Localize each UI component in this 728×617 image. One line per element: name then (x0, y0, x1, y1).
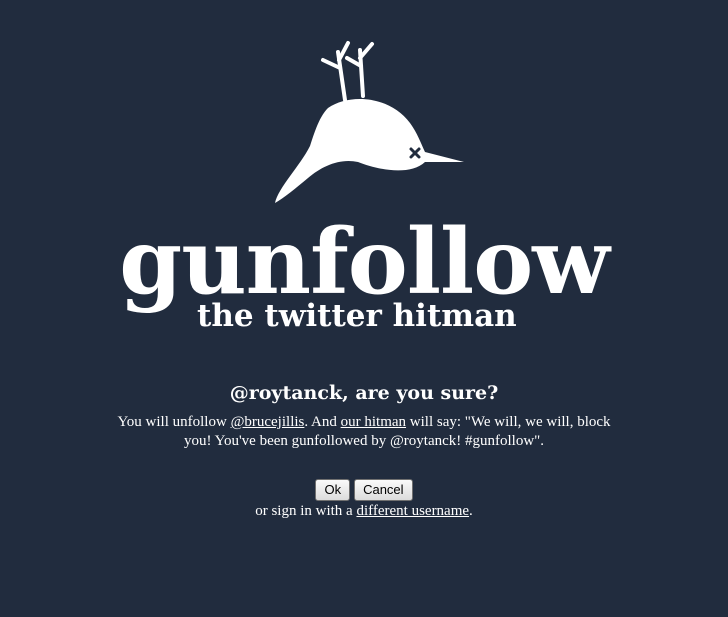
action-buttons: Ok Cancel (0, 479, 728, 501)
logo-tagline: the twitter hitman (197, 298, 517, 334)
ok-button[interactable]: Ok (315, 479, 351, 501)
dead-bird-icon (275, 41, 464, 203)
alt-signin-prefix: or sign in with a (255, 503, 357, 519)
message-prefix: You will unfollow (117, 414, 231, 430)
confirm-message: You will unfollow @brucejillis. And our … (104, 413, 624, 451)
alt-signin-suffix: . (469, 503, 473, 519)
cancel-button[interactable]: Cancel (354, 479, 413, 501)
hitman-link[interactable]: our hitman (341, 414, 406, 430)
alt-signin: or sign in with a different username. (0, 502, 728, 521)
page: gunfollow the twitter hitman @roytanck, … (0, 0, 728, 617)
target-user-link[interactable]: @brucejillis (231, 414, 305, 430)
message-middle: . And (304, 414, 341, 430)
different-username-link[interactable]: different username (356, 503, 469, 519)
confirm-question: @roytanck, are you sure? (229, 382, 499, 404)
